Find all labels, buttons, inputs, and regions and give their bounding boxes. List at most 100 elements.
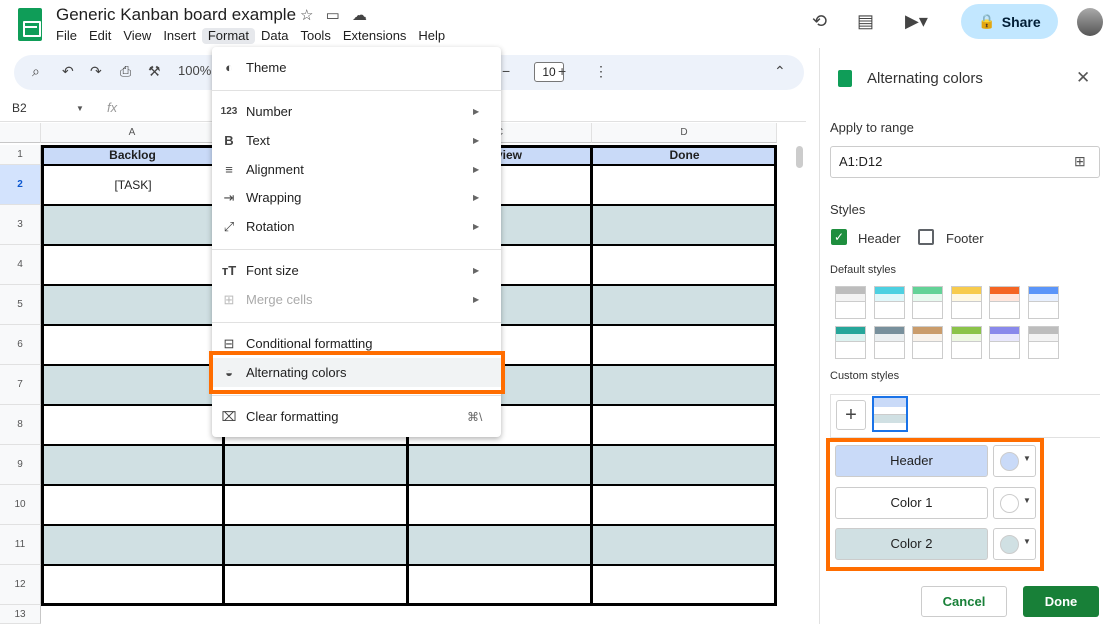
column-header-d[interactable]: D <box>592 123 777 143</box>
menu-item-font-size[interactable]: тT Font size ▶ <box>212 256 501 285</box>
search-menus-icon[interactable]: ⌕ <box>32 63 40 80</box>
paint-roller-icon <box>838 70 852 87</box>
row-header-6[interactable]: 6 <box>0 325 41 365</box>
undo-icon[interactable]: ↶ <box>62 63 74 80</box>
add-custom-style-button[interactable]: + <box>836 400 866 430</box>
menu-insert[interactable]: Insert <box>157 28 202 44</box>
menu-item-wrapping[interactable]: ⇥ Wrapping ▶ <box>212 183 501 212</box>
menu-help[interactable]: Help <box>412 28 451 44</box>
comments-icon[interactable]: ▤ <box>857 11 874 32</box>
menu-data[interactable]: Data <box>255 28 294 44</box>
document-title[interactable]: Generic Kanban board example <box>56 5 296 25</box>
menu-divider <box>212 395 501 396</box>
lock-icon: 🔒 <box>978 13 996 29</box>
more-icon[interactable]: ⋮ <box>594 63 608 80</box>
fx-icon: fx <box>107 100 118 115</box>
menu-divider <box>212 90 501 91</box>
default-style-swatch[interactable] <box>1027 326 1059 359</box>
row-header-12[interactable]: 12 <box>0 565 41 605</box>
menu-item-text[interactable]: B Text ▶ <box>212 126 501 155</box>
cancel-button[interactable]: Cancel <box>921 586 1007 617</box>
default-style-swatch[interactable] <box>835 326 866 359</box>
menu-item-alignment[interactable]: ≡ Alignment ▶ <box>212 155 501 184</box>
row-header-7[interactable]: 7 <box>0 365 41 405</box>
submenu-arrow-icon: ▶ <box>473 266 480 275</box>
redo-icon[interactable]: ↷ <box>90 63 102 80</box>
move-folder-icon[interactable]: ▭ <box>326 7 340 24</box>
default-style-swatch[interactable] <box>912 326 943 359</box>
submenu-arrow-icon: ▶ <box>473 165 480 174</box>
paint-roller-icon: ⊟ <box>223 335 235 351</box>
row-header-9[interactable]: 9 <box>0 445 41 485</box>
increase-font-icon[interactable]: + <box>558 63 566 79</box>
default-style-swatch[interactable] <box>912 286 943 319</box>
row-header-3[interactable]: 3 <box>0 205 41 245</box>
row-header-13[interactable]: 13 <box>0 605 41 624</box>
menu-edit[interactable]: Edit <box>83 28 117 44</box>
star-icon[interactable]: ☆ <box>300 7 313 24</box>
share-button[interactable]: 🔒 Share <box>961 4 1058 39</box>
menu-item-label: Text <box>246 133 270 148</box>
rotation-icon: ⤢ <box>223 218 235 234</box>
menu-tools[interactable]: Tools <box>294 28 336 44</box>
menu-view[interactable]: View <box>117 28 157 44</box>
menu-item-number[interactable]: 123 Number ▶ <box>212 97 501 126</box>
header-checkbox[interactable]: ✓ <box>831 229 847 245</box>
default-style-swatch[interactable] <box>950 286 982 319</box>
submenu-arrow-icon: ▶ <box>473 136 480 145</box>
default-style-swatch[interactable] <box>835 286 866 319</box>
close-icon[interactable]: ✕ <box>1076 68 1090 88</box>
default-style-swatch[interactable] <box>989 286 1020 319</box>
name-box[interactable]: B2 <box>12 101 27 115</box>
column-header-a[interactable]: A <box>41 123 224 143</box>
corner-header[interactable] <box>0 123 41 143</box>
font-size-icon: тT <box>221 263 237 278</box>
menu-item-theme[interactable]: ◐ Theme <box>212 53 501 82</box>
custom-style-swatch[interactable] <box>872 396 908 432</box>
menu-extensions[interactable]: Extensions <box>337 28 413 44</box>
zoom-select[interactable]: 100% <box>178 63 211 78</box>
wrap-icon: ⇥ <box>223 189 235 205</box>
row-header-5[interactable]: 5 <box>0 285 41 325</box>
menu-format[interactable]: Format <box>201 28 255 44</box>
collapse-toolbar-icon[interactable]: ⌃ <box>774 63 786 80</box>
apply-range-label: Apply to range <box>830 120 914 135</box>
default-style-swatch[interactable] <box>989 326 1020 359</box>
grid-select-icon[interactable]: ⊞ <box>1074 153 1086 170</box>
default-style-swatch[interactable] <box>950 326 982 359</box>
vertical-scrollbar[interactable] <box>796 146 803 168</box>
custom-styles-label: Custom styles <box>830 370 900 382</box>
submenu-arrow-icon: ▶ <box>473 107 480 116</box>
palette-icon: ◐ <box>225 60 233 75</box>
row-header-2[interactable]: 2 <box>0 165 41 205</box>
sheets-logo-icon[interactable] <box>18 8 42 41</box>
cloud-status-icon[interactable]: ☁ <box>352 7 367 24</box>
paint-format-icon[interactable]: ⚒ <box>148 63 161 80</box>
cell-a2[interactable]: [TASK] <box>44 178 222 192</box>
default-style-swatch[interactable] <box>873 286 905 319</box>
done-button[interactable]: Done <box>1023 586 1099 617</box>
default-styles-label: Default styles <box>830 264 897 276</box>
meet-icon[interactable]: ▶▾ <box>905 11 928 32</box>
row-header-1[interactable]: 1 <box>0 145 41 165</box>
row-header-11[interactable]: 11 <box>0 525 41 565</box>
menu-item-rotation[interactable]: ⤢ Rotation ▶ <box>212 212 501 241</box>
row-header-4[interactable]: 4 <box>0 245 41 285</box>
menu-item-clear-formatting[interactable]: ⌧ Clear formatting ⌘\ <box>212 402 501 431</box>
avatar[interactable] <box>1077 8 1103 36</box>
submenu-arrow-icon: ▶ <box>473 222 480 231</box>
menu-item-merge-cells: ⊞ Merge cells ▶ <box>212 285 501 314</box>
submenu-arrow-icon: ▶ <box>473 295 480 304</box>
row-header-8[interactable]: 8 <box>0 405 41 445</box>
default-style-swatch[interactable] <box>1027 286 1059 319</box>
row-header-10[interactable]: 10 <box>0 485 41 525</box>
default-style-swatch[interactable] <box>873 326 905 359</box>
history-icon[interactable]: ⟲ <box>812 11 827 32</box>
decrease-font-icon[interactable]: − <box>502 63 510 79</box>
print-icon[interactable]: ⎙ <box>120 63 131 80</box>
range-input[interactable]: A1:D12 <box>830 146 1100 178</box>
menu-item-label: Wrapping <box>246 190 302 205</box>
name-box-dropdown-icon[interactable]: ▼ <box>76 104 84 113</box>
menu-file[interactable]: File <box>50 28 83 44</box>
footer-checkbox[interactable] <box>918 229 934 245</box>
